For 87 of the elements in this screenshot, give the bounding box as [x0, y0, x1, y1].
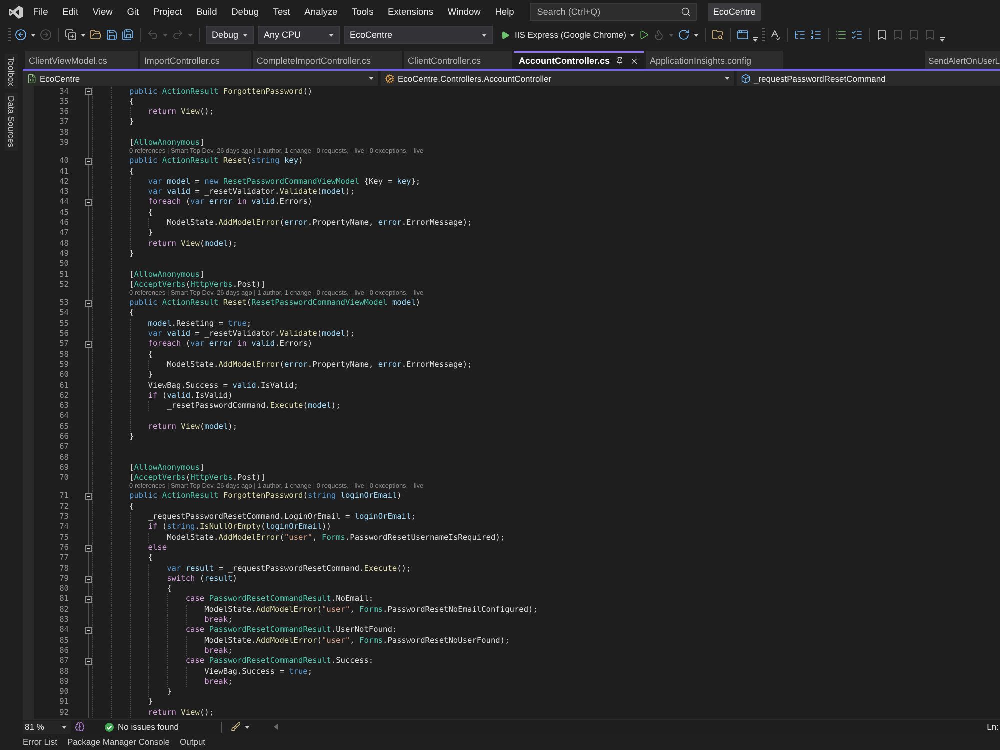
collapse-icon[interactable]	[85, 199, 92, 206]
scroll-arrow-icon[interactable]	[274, 724, 278, 730]
caret-icon[interactable]	[81, 34, 86, 36]
menu-item[interactable]: Build	[189, 4, 224, 20]
editor-tab[interactable]: ClientViewModel.cs	[25, 51, 138, 69]
startup-project-dropdown[interactable]: EcoCentre	[344, 26, 493, 44]
collapse-icon[interactable]	[85, 576, 92, 582]
caret-icon[interactable]	[31, 34, 36, 36]
editor-tab[interactable]: ClientController.cs	[404, 51, 512, 69]
caret-icon[interactable]	[369, 77, 374, 80]
tool-window-tab[interactable]: Output	[180, 737, 206, 747]
menu-item[interactable]: Test	[266, 4, 298, 20]
issues-button[interactable]: No issues found	[105, 722, 179, 732]
overflow-caret-icon[interactable]	[940, 37, 946, 42]
menu-item[interactable]: Edit	[55, 4, 86, 20]
list-checks-icon[interactable]	[851, 29, 864, 41]
save-all-icon[interactable]	[122, 29, 134, 41]
play-outline-icon[interactable]	[639, 30, 650, 40]
check-circle-icon	[105, 722, 114, 732]
menu-item[interactable]: Help	[488, 4, 522, 20]
editor-tab[interactable]: SendAlertOnUserL	[924, 51, 1000, 69]
collapse-icon[interactable]	[85, 300, 92, 307]
collapse-icon[interactable]	[85, 158, 92, 165]
menu-item[interactable]: Extensions	[380, 4, 441, 20]
list-tree-icon[interactable]	[794, 29, 806, 41]
cursor-position: Ln:	[987, 722, 1000, 732]
tool-window-tab[interactable]: Error List	[23, 737, 58, 747]
member-dropdown[interactable]: _requestPasswordResetCommand	[737, 71, 1000, 86]
cog-icon[interactable]	[385, 74, 395, 84]
platform-dropdown[interactable]: Any CPU	[258, 26, 340, 44]
caret-icon[interactable]	[62, 726, 67, 728]
run-button[interactable]: IIS Express (Google Chrome)	[501, 30, 626, 40]
caret-icon[interactable]	[243, 34, 248, 36]
caret-icon[interactable]	[725, 77, 730, 80]
menu-item[interactable]: Git	[120, 4, 146, 20]
caret-icon[interactable]	[482, 34, 487, 36]
spell-check-icon[interactable]	[769, 29, 782, 41]
save-icon[interactable]	[106, 29, 118, 41]
collapse-icon[interactable]	[85, 88, 92, 96]
folder-search-icon[interactable]	[712, 29, 724, 41]
menu-item[interactable]: Tools	[344, 4, 381, 20]
menu-item[interactable]: Window	[440, 4, 488, 20]
side-panel-tab[interactable]: Data Sources	[5, 93, 18, 151]
configuration-dropdown[interactable]: Debug	[206, 26, 254, 44]
search-icon[interactable]	[681, 7, 692, 17]
solution-name: EcoCentre	[708, 3, 761, 21]
collapse-icon[interactable]	[85, 626, 92, 634]
list-ordered-icon[interactable]	[810, 29, 822, 41]
box-icon[interactable]	[741, 74, 751, 84]
collapse-icon[interactable]	[85, 340, 92, 348]
search-field[interactable]: Search (Ctrl+Q)	[530, 3, 698, 21]
menu-item[interactable]: Debug	[224, 4, 266, 20]
editor-tab[interactable]: ImportController.cs	[140, 51, 251, 69]
grip-icon[interactable]	[8, 28, 11, 42]
logo-icon	[9, 6, 23, 18]
code-file-icon[interactable]	[27, 74, 37, 84]
bookmark-icon[interactable]	[876, 29, 888, 41]
grip-icon[interactable]	[762, 28, 766, 42]
app-window-icon[interactable]	[737, 29, 750, 41]
collapse-icon[interactable]	[85, 493, 92, 500]
collapse-icon[interactable]	[85, 658, 92, 665]
collapse-icon[interactable]	[85, 596, 92, 604]
close-icon[interactable]	[630, 56, 639, 66]
caret-icon[interactable]	[694, 34, 700, 36]
tool-window-tab[interactable]: Package Manager Console	[67, 737, 170, 747]
pin-icon[interactable]	[616, 57, 624, 65]
menu-item[interactable]: Analyze	[297, 4, 345, 20]
copy-plus-icon[interactable]	[65, 29, 77, 41]
side-panel-tab[interactable]: Toolbox	[5, 54, 18, 90]
project-dropdown[interactable]: EcoCentre	[23, 71, 378, 86]
menu-item[interactable]: Project	[146, 4, 190, 20]
editor-tab[interactable]: CompleteImportController.cs	[252, 51, 402, 69]
caret-icon[interactable]	[329, 34, 334, 36]
collapse-icon[interactable]	[85, 544, 92, 552]
overflow-caret-icon[interactable]	[753, 37, 758, 42]
type-dropdown[interactable]: EcoCentre.Controllers.AccountController	[381, 71, 734, 86]
editor-tab[interactable]: ApplicationInsights.config	[646, 51, 783, 69]
caret-icon[interactable]	[630, 34, 636, 36]
refresh-icon[interactable]	[678, 29, 690, 41]
play-icon[interactable]	[501, 30, 510, 40]
menu-item[interactable]: View	[86, 4, 120, 20]
folder-open-icon[interactable]	[90, 29, 102, 41]
caret-icon[interactable]	[244, 726, 250, 728]
brush-icon[interactable]	[230, 722, 241, 732]
menu-item[interactable]: File	[26, 4, 56, 20]
brain-icon[interactable]	[75, 722, 85, 732]
zoom-dropdown[interactable]: 81 %	[23, 720, 71, 734]
